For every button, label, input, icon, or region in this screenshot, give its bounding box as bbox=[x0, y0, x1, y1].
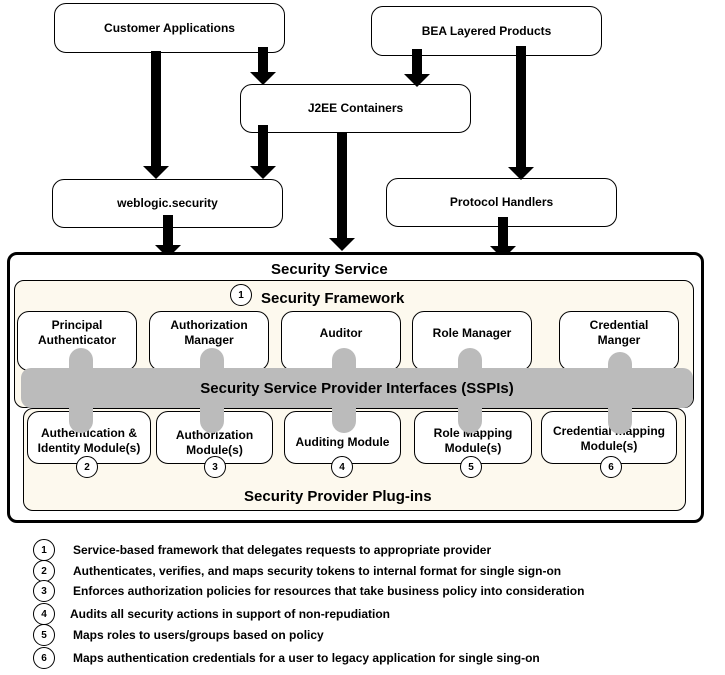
module-number-badge-5: 5 bbox=[460, 456, 482, 478]
customer-applications-box: Customer Applications bbox=[54, 3, 285, 53]
credential-manager-label: Credential Manger bbox=[589, 318, 649, 347]
legend-number-badge: 6 bbox=[33, 647, 55, 669]
bea-layered-products-label: BEA Layered Products bbox=[421, 23, 552, 38]
legend-text: Enforces authorization policies for reso… bbox=[73, 584, 585, 598]
framework-number-badge: 1 bbox=[230, 284, 252, 306]
authentication-module-label: Authentication & Identity Module(s) bbox=[37, 425, 141, 455]
bea-layered-products-box: BEA Layered Products bbox=[371, 6, 602, 56]
legend-number-badge: 2 bbox=[33, 560, 55, 582]
authorization-manager-label: Authorization Manager bbox=[170, 318, 248, 347]
legend-number-badge: 4 bbox=[33, 603, 55, 625]
legend-text: Audits all security actions in support o… bbox=[70, 607, 391, 621]
legend-text: Service-based framework that delegates r… bbox=[73, 543, 492, 557]
legend-item: 6 Maps authentication credentials for a u… bbox=[33, 647, 540, 669]
auditing-module-label: Auditing Module bbox=[295, 435, 390, 449]
legend-text: Maps roles to users/groups based on poli… bbox=[73, 628, 324, 642]
legend-item: 5 Maps roles to users/groups based on pol… bbox=[33, 624, 324, 646]
legend-item: 4 Audits all security actions in support … bbox=[33, 603, 390, 625]
protocol-handlers-label: Protocol Handlers bbox=[449, 195, 554, 209]
security-framework-title: Security Framework bbox=[261, 290, 405, 307]
legend-item: 1 Service-based framework that delegates … bbox=[33, 539, 491, 561]
legend-number-badge: 1 bbox=[33, 539, 55, 561]
role-manager-label: Role Manager bbox=[432, 326, 512, 340]
module-number-badge-2: 2 bbox=[76, 456, 98, 478]
security-provider-plugins-title: Security Provider Plug-ins bbox=[244, 488, 432, 505]
module-number-badge-4: 4 bbox=[331, 456, 353, 478]
legend-text: Maps authentication credentials for a us… bbox=[73, 651, 540, 665]
module-number-badge-6: 6 bbox=[600, 456, 622, 478]
principal-authenticator-label: Principal Authenticator bbox=[38, 318, 116, 347]
legend-text: Authenticates, verifies, and maps securi… bbox=[73, 564, 562, 578]
auditor-label: Auditor bbox=[319, 326, 363, 340]
legend-number-badge: 5 bbox=[33, 624, 55, 646]
security-service-title: Security Service bbox=[271, 261, 388, 278]
sspi-band: Security Service Provider Interfaces (SS… bbox=[21, 368, 693, 408]
legend-item: 2 Authenticates, verifies, and maps secur… bbox=[33, 560, 561, 582]
j2ee-containers-label: J2EE Containers bbox=[307, 101, 404, 115]
j2ee-containers-box: J2EE Containers bbox=[240, 84, 471, 133]
customer-applications-label: Customer Applications bbox=[104, 20, 235, 35]
legend-number-badge: 3 bbox=[33, 580, 55, 602]
sspi-label: Security Service Provider Interfaces (SS… bbox=[200, 379, 514, 397]
legend-item: 3 Enforces authorization policies for res… bbox=[33, 580, 584, 602]
weblogic-security-label: weblogic.security bbox=[117, 196, 218, 210]
module-number-badge-3: 3 bbox=[204, 456, 226, 478]
